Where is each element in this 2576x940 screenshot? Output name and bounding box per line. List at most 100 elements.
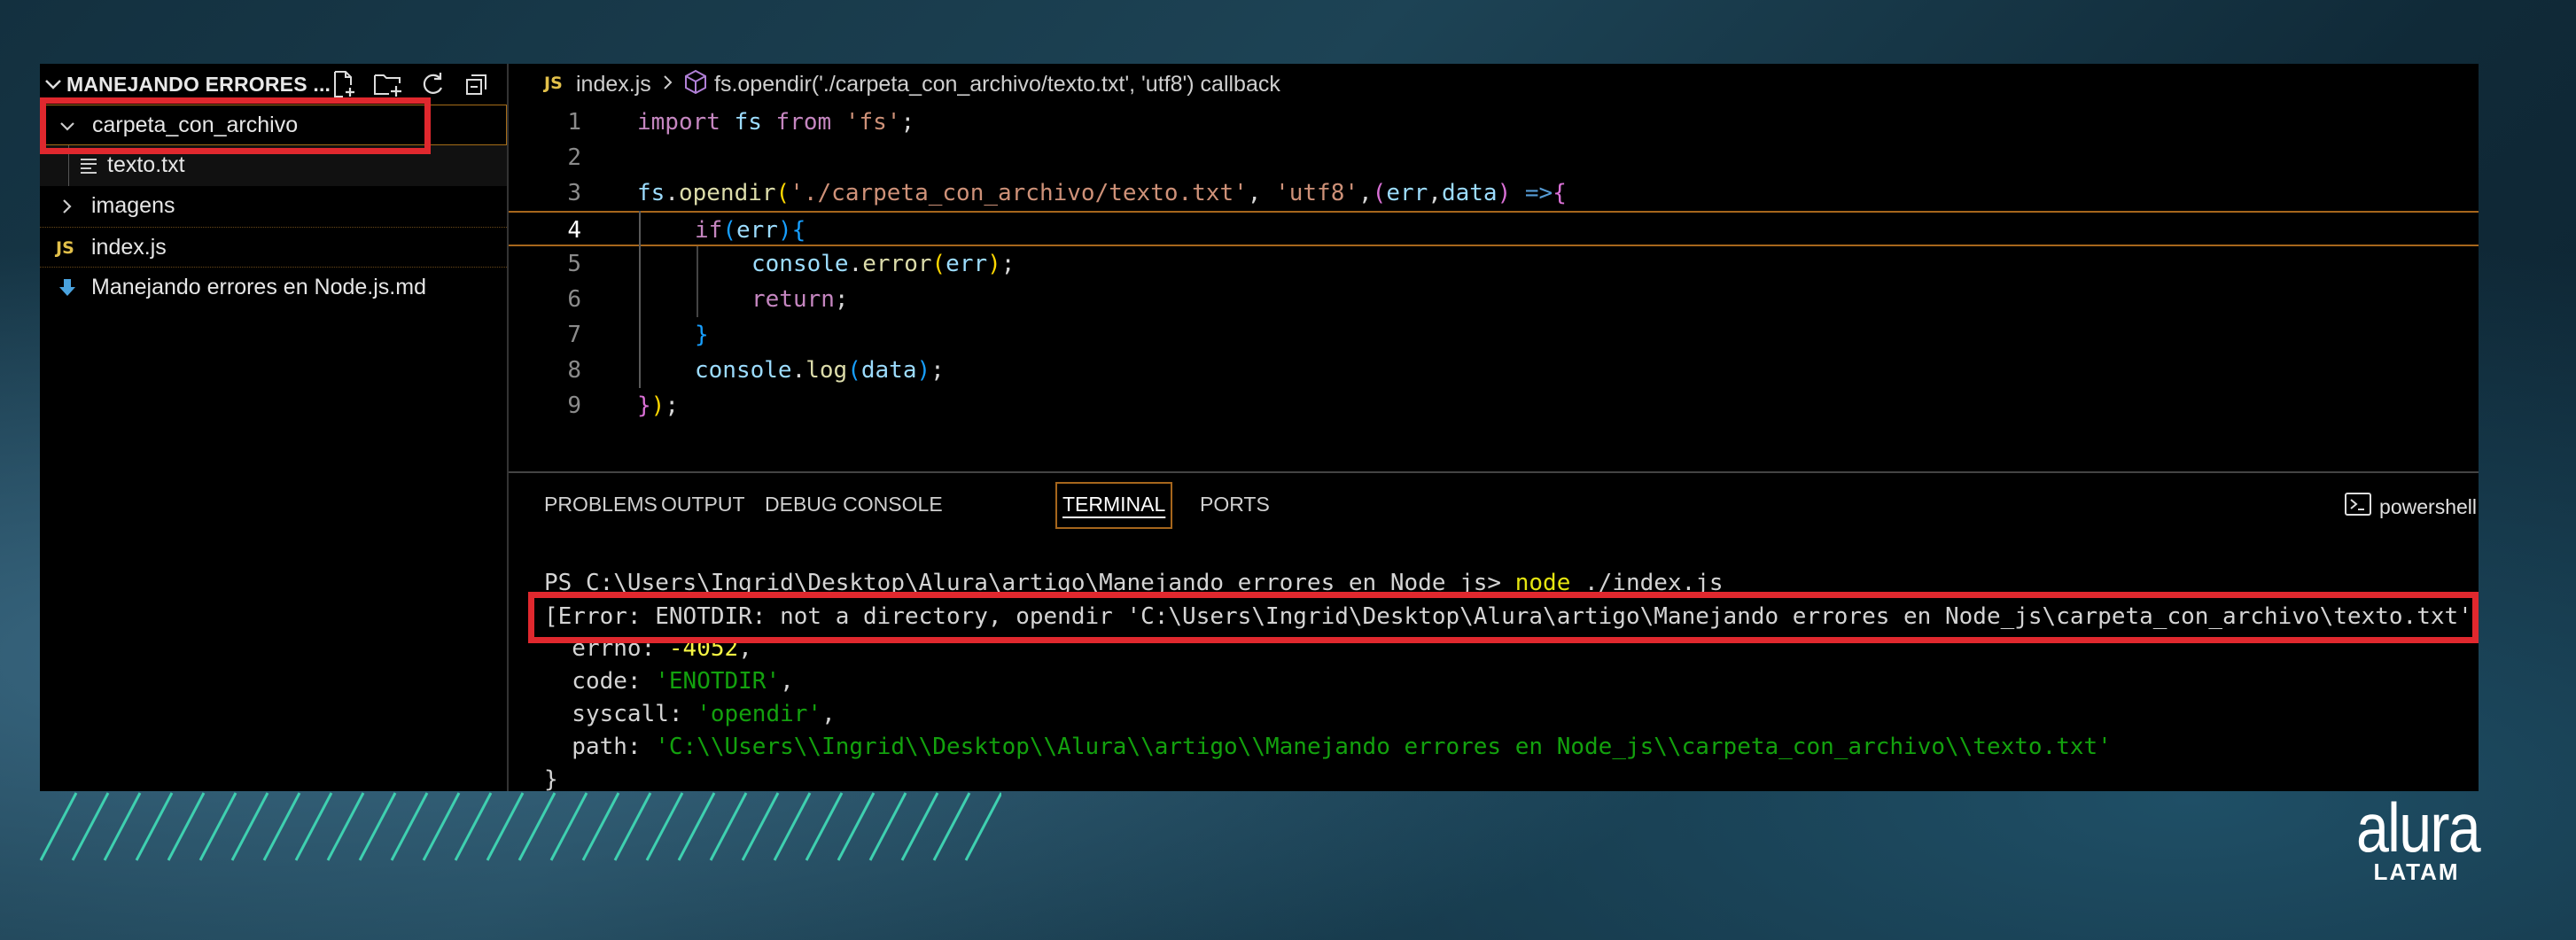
decorative-stripes: [39, 792, 1001, 861]
terminal-line-close[interactable]: }: [544, 766, 558, 791]
chevron-down-icon: [58, 105, 76, 146]
terminal-value: 'opendir': [697, 701, 822, 727]
stripe-line: [645, 792, 684, 861]
stripe-line: [900, 792, 939, 861]
code-editor[interactable]: JS index.js fs.opendir('./carpeta_con_ar…: [509, 64, 2479, 471]
tab-ports[interactable]: PORTS: [1200, 493, 1270, 517]
terminal-prompt-line[interactable]: PS C:\Users\Ingrid\Desktop\Alura\artigo\…: [544, 570, 1724, 596]
javascript-file-icon: JS: [56, 238, 74, 258]
tree-file-markdown[interactable]: Manejando errores en Node.js.md: [40, 268, 507, 308]
terminal-key: code:: [544, 668, 656, 695]
stripe-line: [294, 792, 333, 861]
new-file-icon[interactable]: [328, 67, 360, 101]
stripe-line: [422, 792, 461, 861]
stripe-line: [71, 792, 110, 861]
terminal-shell-selector[interactable]: powershell: [2344, 491, 2477, 523]
code-line-current[interactable]: 4 if(err){: [509, 211, 2479, 246]
stripe-line: [167, 792, 206, 861]
javascript-file-icon: JS: [544, 74, 563, 93]
stripe-line: [868, 792, 907, 861]
stripe-line: [964, 792, 1001, 861]
breadcrumb: JS index.js fs.opendir('./carpeta_con_ar…: [509, 64, 2479, 105]
shell-name: powershell: [2379, 494, 2477, 518]
chevron-right-icon: [58, 186, 75, 227]
line-number: 6: [567, 286, 581, 313]
code-line[interactable]: 8 console.log(data);: [509, 353, 2479, 388]
code-text: if(err){: [695, 217, 806, 244]
tree-item-label: imagens: [91, 193, 175, 218]
line-number: 1: [567, 109, 581, 136]
stripe-line: [230, 792, 269, 861]
collapse-all-icon[interactable]: [461, 67, 493, 101]
line-number: 5: [567, 251, 581, 277]
terminal-error-line[interactable]: [Error: ENOTDIR: not a directory, opendi…: [544, 603, 2479, 630]
stripe-line: [677, 792, 716, 861]
terminal-punct: ,: [821, 701, 836, 727]
stripe-line: [805, 792, 844, 861]
code-text: return;: [751, 286, 849, 313]
terminal-value: -4052: [668, 635, 739, 662]
terminal-line-errno[interactable]: errno: -4052,: [544, 635, 752, 662]
terminal-args: ./index.js: [1570, 570, 1724, 596]
line-number: 9: [567, 392, 581, 419]
terminal-key: path:: [544, 734, 656, 760]
breadcrumb-symbol[interactable]: fs.opendir('./carpeta_con_archivo/texto.…: [714, 72, 1280, 97]
tab-debug-console[interactable]: DEBUG CONSOLE: [765, 493, 943, 517]
code-line[interactable]: 7 }: [509, 317, 2479, 353]
tree-folder-imagens[interactable]: imagens: [40, 186, 507, 227]
refresh-icon[interactable]: [416, 67, 448, 101]
tree-folder-carpeta-con-archivo[interactable]: carpeta_con_archivo: [40, 105, 507, 145]
stripe-line: [709, 792, 748, 861]
terminal-punct: ,: [738, 635, 752, 662]
breadcrumb-file[interactable]: index.js: [576, 72, 651, 97]
stripe-line: [198, 792, 237, 861]
stripe-line: [390, 792, 429, 861]
stripe-line: [358, 792, 397, 861]
stripe-line: [837, 792, 876, 861]
stripe-line: [103, 792, 142, 861]
markdown-download-icon: [58, 268, 77, 308]
panel-tabs: PROBLEMS OUTPUT DEBUG CONSOLE TERMINAL P…: [509, 473, 2479, 544]
terminal-punct: ,: [780, 668, 794, 695]
explorer-header[interactable]: MANEJANDO ERRORES ...: [40, 64, 507, 105]
terminal-icon: [2344, 491, 2372, 523]
code-line[interactable]: 2: [509, 140, 2479, 175]
bottom-panel: PROBLEMS OUTPUT DEBUG CONSOLE TERMINAL P…: [509, 471, 2479, 791]
explorer-sidebar: MANEJANDO ERRORES ... carpeta_con_archiv…: [40, 64, 509, 791]
terminal-line-path[interactable]: path: 'C:\\Users\\Ingrid\\Desktop\\Alura…: [544, 734, 2112, 760]
stripe-line: [39, 792, 78, 861]
code-line[interactable]: 5 console.error(err);: [509, 246, 2479, 282]
terminal-line-syscall[interactable]: syscall: 'opendir',: [544, 701, 836, 727]
symbol-method-icon: [683, 68, 708, 103]
vscode-window: MANEJANDO ERRORES ... carpeta_con_archiv…: [40, 64, 2479, 791]
code-text: import fs from 'fs';: [637, 109, 915, 136]
explorer-title: MANEJANDO ERRORES ...: [66, 73, 331, 96]
stripe-line: [549, 792, 588, 861]
stripe-line: [135, 792, 174, 861]
stripe-line: [581, 792, 620, 861]
code-line[interactable]: 3 fs.opendir('./carpeta_con_archivo/text…: [509, 175, 2479, 211]
code-text: });: [637, 392, 679, 419]
stripe-line: [486, 792, 525, 861]
chevron-down-icon[interactable]: [43, 69, 66, 99]
code-text: console.error(err);: [751, 251, 1016, 277]
tree-file-index-js[interactable]: JS index.js: [40, 227, 507, 268]
tree-item-label: index.js: [91, 235, 167, 260]
indent-guide: [697, 246, 698, 317]
terminal-value: 'ENOTDIR': [655, 668, 781, 695]
new-folder-icon[interactable]: [372, 67, 404, 101]
stripe-line: [773, 792, 812, 861]
tree-file-texto-txt[interactable]: texto.txt: [40, 145, 507, 186]
code-line[interactable]: 1 import fs from 'fs';: [509, 105, 2479, 140]
terminal-line-code[interactable]: code: 'ENOTDIR',: [544, 668, 794, 695]
code-line[interactable]: 9 });: [509, 388, 2479, 423]
stripe-line: [518, 792, 556, 861]
stripe-line: [454, 792, 493, 861]
tab-output[interactable]: OUTPUT: [661, 493, 745, 517]
indent-guide: [639, 211, 641, 388]
terminal-prompt: PS C:\Users\Ingrid\Desktop\Alura\artigo\…: [544, 570, 1515, 596]
code-line[interactable]: 6 return;: [509, 282, 2479, 317]
tab-terminal[interactable]: TERMINAL: [1055, 482, 1173, 529]
tab-problems[interactable]: PROBLEMS: [544, 493, 658, 517]
chevron-right-icon: [661, 69, 675, 102]
